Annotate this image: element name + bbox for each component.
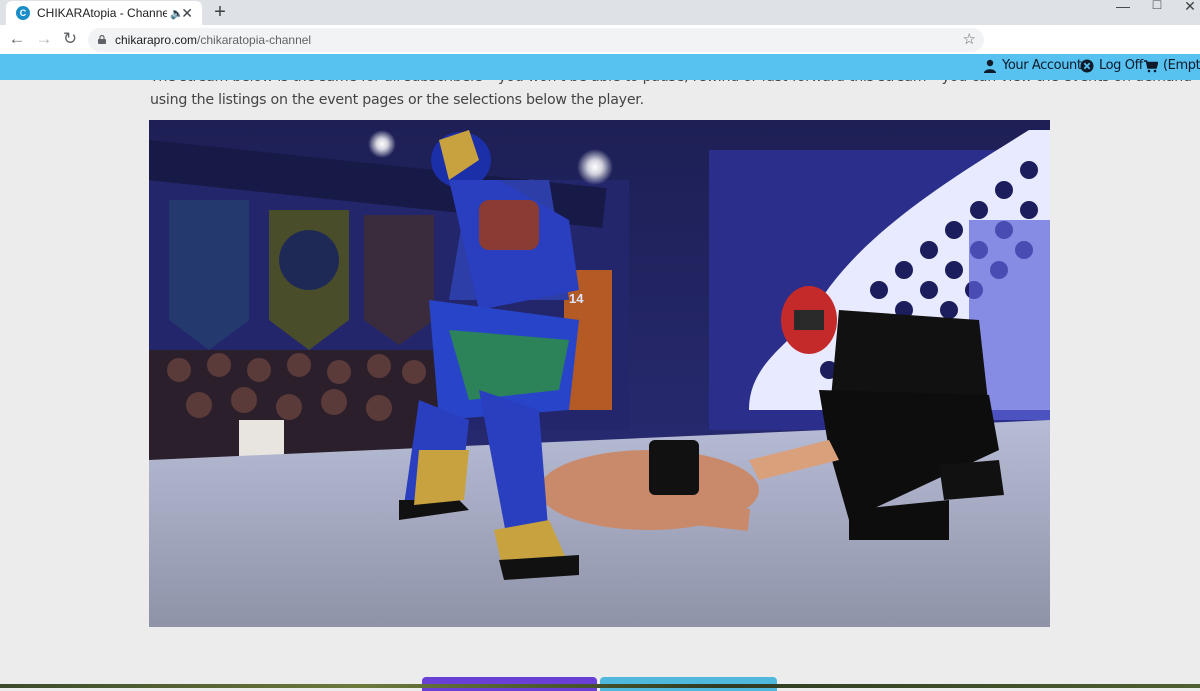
your-account-link[interactable]: Your Account (983, 58, 1082, 73)
maximize-icon[interactable]: □ (1147, 0, 1167, 12)
shopping-cart-icon (1144, 59, 1158, 72)
stream-video-player[interactable]: 14 (149, 120, 1050, 627)
your-account-label: Your Account (1002, 58, 1082, 73)
forward-arrow-icon[interactable]: → (33, 28, 55, 50)
cart-link[interactable]: (Empty) (1144, 58, 1200, 73)
intro-paragraph: The stream below is the same for all sub… (150, 80, 1192, 112)
intro-line-1: The stream below is the same for all sub… (150, 80, 1192, 89)
tab-close-icon[interactable]: ✕ (181, 5, 193, 21)
video-frame: 14 (149, 120, 1050, 627)
video-overlay-number: 14 (569, 291, 584, 306)
browser-toolbar: ← → ↻ chikarapro.com/chikaratopia-channe… (0, 25, 1200, 54)
window-close-icon[interactable]: ✕ (1180, 0, 1200, 15)
lock-icon (98, 35, 106, 44)
close-circle-icon (1080, 59, 1094, 72)
url-domain: chikarapro.com (115, 33, 198, 47)
bookmark-star-icon[interactable]: ☆ (963, 30, 976, 48)
address-bar[interactable]: chikarapro.com/chikaratopia-channel ☆ (88, 28, 984, 52)
chikara-favicon-icon: C (16, 6, 30, 20)
log-off-label: Log Off (1099, 58, 1143, 73)
browser-tab[interactable]: C CHIKARAtopia - Channel Stre 🔈 ✕ (6, 1, 202, 25)
browser-tab-strip: C CHIKARAtopia - Channel Stre 🔈 ✕ + — □ … (0, 0, 1200, 25)
log-off-link[interactable]: Log Off (1080, 58, 1143, 73)
new-tab-plus-icon[interactable]: + (210, 2, 230, 22)
tab-title: CHIKARAtopia - Channel Stre (37, 6, 167, 20)
url-path: /chikaratopia-channel (197, 33, 312, 47)
back-arrow-icon[interactable]: ← (6, 28, 28, 50)
url-text[interactable]: chikarapro.com/chikaratopia-channel (115, 33, 311, 47)
cart-label: (Empty) (1163, 58, 1200, 73)
intro-text-clip: The stream below is the same for all sub… (0, 80, 1200, 120)
footer-image-strip (0, 684, 1200, 688)
minimize-icon[interactable]: — (1113, 0, 1133, 14)
user-icon (984, 59, 996, 73)
site-account-bar: Your Account Log Off (Empty) (0, 54, 1200, 80)
reload-icon[interactable]: ↻ (59, 28, 81, 50)
intro-line-2: using the listings on the event pages or… (150, 92, 644, 108)
